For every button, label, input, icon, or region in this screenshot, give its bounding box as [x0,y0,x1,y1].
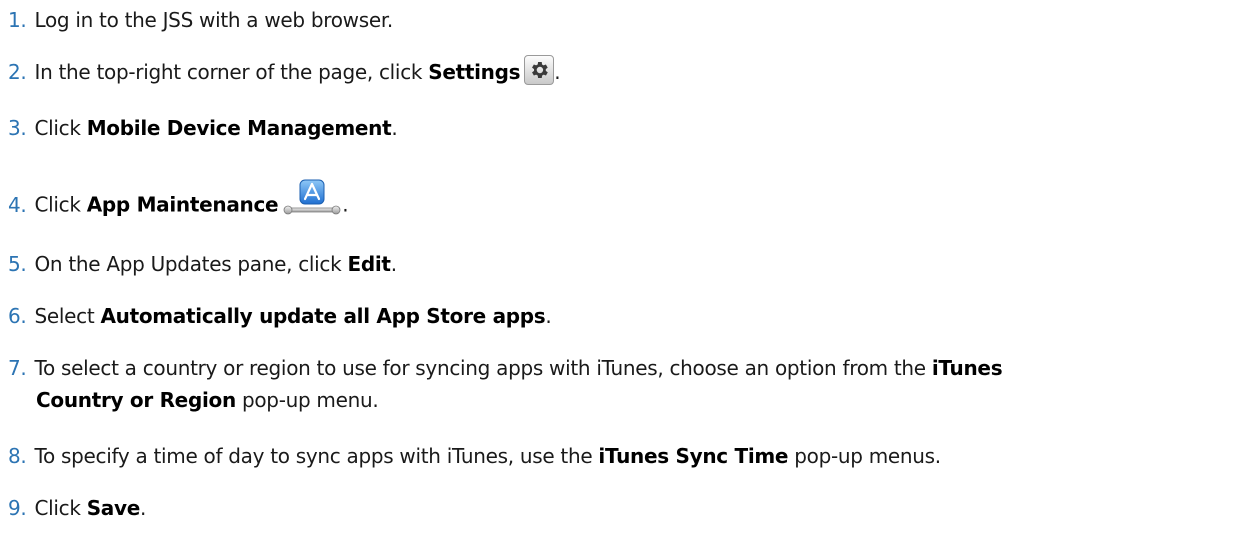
step-number: 9. [8,496,27,520]
ui-term-save: Save [86,496,141,520]
ui-term-itunes: iTunes [931,356,1003,380]
step-text: To specify a time of day to sync apps wi… [34,444,599,468]
step-1: 1. Log in to the JSS with a web browser. [8,4,1244,36]
step-text: Click [34,192,87,217]
step-text: Log in to the JSS with a web browser. [34,8,393,32]
step-number: 8. [8,444,27,468]
step-number: 7. [8,356,27,380]
step-text-end: . [342,192,349,217]
step-2: 2. In the top-right corner of the page, c… [8,54,1244,89]
step-6: 6. Select Automatically update all App St… [8,300,1244,332]
step-text: On the App Updates pane, click [34,252,348,276]
step-9: 9. Click Save. [8,492,1244,524]
step-text-end: pop-up menus. [788,444,941,468]
step-text-end: . [390,252,397,276]
step-text: Click [34,116,87,140]
step-4: 4. Click App Maintenance . [8,179,1244,226]
ui-term-edit: Edit [347,252,391,276]
step-3: 3. Click Mobile Device Management. [8,112,1244,144]
app-store-wrench-icon [282,178,342,218]
ui-term-app-maintenance: App Maintenance [86,192,279,217]
step-5: 5. On the App Updates pane, click Edit. [8,248,1244,280]
step-number: 6. [8,304,27,328]
ui-term-settings: Settings [428,60,521,84]
step-text-end: . [391,116,398,140]
procedure-steps: 1. Log in to the JSS with a web browser. … [0,0,1252,539]
step-text: Click [34,496,87,520]
ui-term-itunes-sync-time: iTunes Sync Time [598,444,789,468]
step-text: Select [34,304,101,328]
step-number: 1. [8,8,27,32]
ui-term-auto-update: Automatically update all App Store apps [100,304,546,328]
step-8: 8. To specify a time of day to sync apps … [8,440,1244,472]
step-number: 2. [8,60,27,84]
gear-icon [524,54,555,85]
step-number: 5. [8,252,27,276]
step-number: 4. [8,192,27,217]
step-7: 7. To select a country or region to use f… [8,352,1244,416]
step-text-end: pop-up menu. [235,388,379,412]
step-text-end: . [554,60,561,84]
step-text-end: . [140,496,147,520]
step-text-end: . [545,304,552,328]
step-text: In the top-right corner of the page, cli… [34,60,429,84]
ui-term-country-or-region: Country or Region [36,388,236,412]
step-text: To select a country or region to use for… [34,356,932,380]
ui-term-mobile-device-management: Mobile Device Management [86,116,392,140]
step-number: 3. [8,116,27,140]
